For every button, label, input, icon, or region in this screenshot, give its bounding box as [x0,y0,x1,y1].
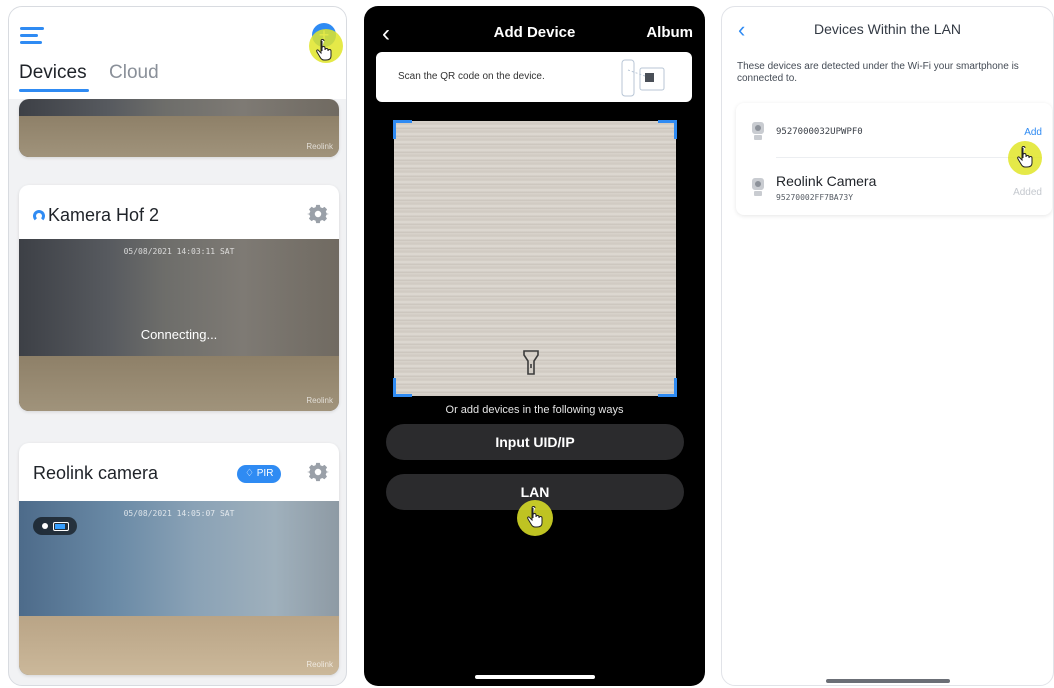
feed-watermark: Reolink [306,660,333,669]
camera-qr-illustration [621,59,665,97]
camera-feed[interactable]: Reolink [19,99,339,157]
device-card-reolink-camera[interactable]: Reolink camera ♢ PIR 05/08/2021 14:05:07… [19,443,339,675]
device-name: Reolink Camera [776,173,877,189]
lan-device-list: 9527000032UPWPF0 Add Reolink Camera 9527… [736,103,1052,215]
device-title: Kamera Hof 2 [33,205,159,226]
active-tab-indicator [19,89,89,92]
menu-icon[interactable] [20,27,44,48]
camera-icon [752,122,764,140]
tab-cloud[interactable]: Cloud [109,62,159,84]
device-uid: 9527000032UPWPF0 [776,127,863,137]
feed-watermark: Reolink [306,396,333,405]
flashlight-icon[interactable] [522,349,540,377]
divider [776,157,1042,158]
page-title: Devices Within the LAN [813,21,962,37]
battery-icon [53,522,69,531]
hand-pointer-icon [1017,146,1033,168]
app-header: + Devices Cloud [9,7,346,99]
input-uid-ip-button[interactable]: Input UID/IP [386,424,684,460]
lan-devices-screen: ‹ Devices Within the LAN These devices a… [721,6,1054,686]
connection-status-icon [33,210,45,222]
camera-feed[interactable]: 05/08/2021 14:05:07 SAT Reolink [19,501,339,675]
feed-timestamp: 05/08/2021 14:03:11 SAT [123,247,235,256]
device-name: Kamera Hof 2 [48,205,160,225]
device-uid: 95270002FF7BA73Y [776,193,854,202]
home-indicator [825,679,950,683]
device-card-kamera-hof-2[interactable]: Kamera Hof 2 05/08/2021 14:03:11 SAT Con… [19,185,339,411]
feed-floor [19,355,339,411]
camera-feed[interactable]: 05/08/2021 14:03:11 SAT Connecting... Re… [19,239,339,411]
add-device-screen: ‹ Add Device Album Scan the QR code on t… [364,6,705,686]
added-status: Added [1013,187,1042,198]
alternative-methods-label: Or add devices in the following ways [445,404,624,416]
feed-floor [19,615,339,675]
hand-pointer-icon [527,506,543,528]
pir-label: PIR [256,468,274,479]
feed-floor [19,116,339,157]
pir-badge[interactable]: ♢ PIR [237,465,282,483]
add-button[interactable]: Add [1024,127,1042,138]
home-indicator [474,675,595,679]
tab-devices[interactable]: Devices [19,62,87,84]
devices-screen: Reolink + Devices Cloud Kamera Hof 2 05/… [8,6,347,686]
feed-timestamp: 05/08/2021 14:05:07 SAT [123,509,235,518]
device-card-1[interactable]: Reolink [19,99,339,157]
lan-description: These devices are detected under the Wi-… [737,61,1019,84]
qr-viewfinder[interactable] [393,120,677,397]
gear-icon[interactable] [307,461,329,483]
hand-pointer-icon [316,39,332,61]
bell-icon: ♢ [245,468,254,479]
camera-icon [752,178,764,196]
connecting-status: Connecting... [140,327,218,342]
scan-hint-text: Scan the QR code on the device. [398,71,545,82]
gear-icon[interactable] [307,203,329,225]
device-name: Reolink camera [33,463,159,483]
feed-watermark: Reolink [306,142,333,151]
album-button[interactable]: Album [646,24,693,41]
list-item[interactable]: 9527000032UPWPF0 Add [736,103,1052,158]
battery-indicator [33,517,77,535]
scan-hint-card: Scan the QR code on the device. [376,52,692,102]
list-item[interactable]: Reolink Camera 95270002FF7BA73Y Added [736,159,1052,213]
